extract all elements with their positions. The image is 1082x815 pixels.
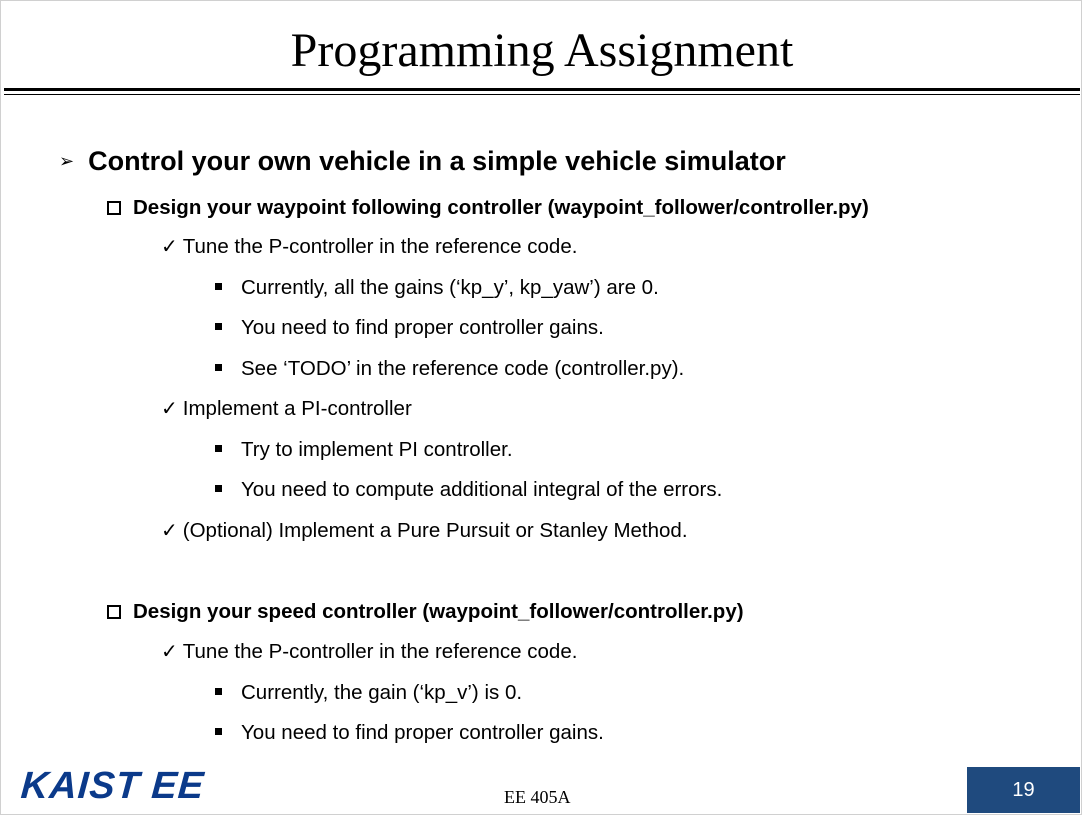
square-bullet-icon [215,728,222,735]
sub-item-text: Currently, all the gains (‘kp_y’, kp_yaw… [241,276,659,299]
course-code: EE 405A [504,787,571,807]
sub-item-text: You need to compute additional integral … [241,478,723,501]
title-rule-thick [4,88,1080,91]
sub-item: You need to find proper controller gains… [215,719,604,747]
checkmark-icon: ✓ [161,641,178,663]
checkmark-icon: ✓ [161,398,178,420]
checkbox-square-icon [107,201,121,215]
sub-item-text: See ‘TODO’ in the reference code (contro… [241,357,685,380]
square-bullet-icon [215,445,222,452]
title-rule-thin [4,94,1080,95]
section-heading-waypoint: Design your waypoint following controlle… [107,194,869,222]
check-item-text: Implement a PI-controller [182,397,412,420]
sub-item: See ‘TODO’ in the reference code (contro… [215,355,684,383]
page-number-box: 19 [967,767,1080,813]
sub-item-text: Try to implement PI controller. [241,438,513,461]
square-bullet-icon [215,323,222,330]
sub-item: You need to find proper controller gains… [215,314,604,342]
section-heading-text: Design your waypoint following controlle… [133,196,869,219]
arrow-bullet-icon: ➢ [59,151,75,171]
check-item-text: Tune the P-controller in the reference c… [182,640,578,663]
square-bullet-icon [215,485,222,492]
slide: Programming Assignment ➢ Control your own… [0,0,1082,815]
sub-item: Try to implement PI controller. [215,436,513,464]
check-item: ✓ Tune the P-controller in the reference … [161,638,577,666]
main-bullet: ➢ Control your own vehicle in a simple ve… [59,143,786,182]
checkmark-icon: ✓ [161,520,178,542]
checkmark-icon: ✓ [161,236,178,258]
check-item-text: (Optional) Implement a Pure Pursuit or S… [182,519,688,542]
section-heading-text: Design your speed controller (waypoint_f… [133,600,744,623]
checkbox-square-icon [107,605,121,619]
square-bullet-icon [215,364,222,371]
check-item: ✓ Implement a PI-controller [161,395,412,423]
sub-item: Currently, the gain (‘kp_v’) is 0. [215,679,522,707]
sub-item-text: Currently, the gain (‘kp_v’) is 0. [241,681,523,704]
section-heading-speed: Design your speed controller (waypoint_f… [107,598,744,626]
sub-item: Currently, all the gains (‘kp_y’, kp_yaw… [215,274,659,302]
kaist-ee-logo: KAIST EE [19,765,206,807]
square-bullet-icon [215,283,222,290]
page-number: 19 [1012,778,1035,801]
slide-title: Programming Assignment [290,24,794,77]
check-item-text: Tune the P-controller in the reference c… [182,235,578,258]
square-bullet-icon [215,688,222,695]
check-item: ✓ (Optional) Implement a Pure Pursuit or … [161,517,688,545]
sub-item-text: You need to find proper controller gains… [241,316,604,339]
sub-item-text: You need to find proper controller gains… [241,721,604,744]
main-bullet-text: Control your own vehicle in a simple veh… [88,146,786,176]
check-item: ✓ Tune the P-controller in the reference … [161,233,577,261]
sub-item: You need to compute additional integral … [215,476,722,504]
